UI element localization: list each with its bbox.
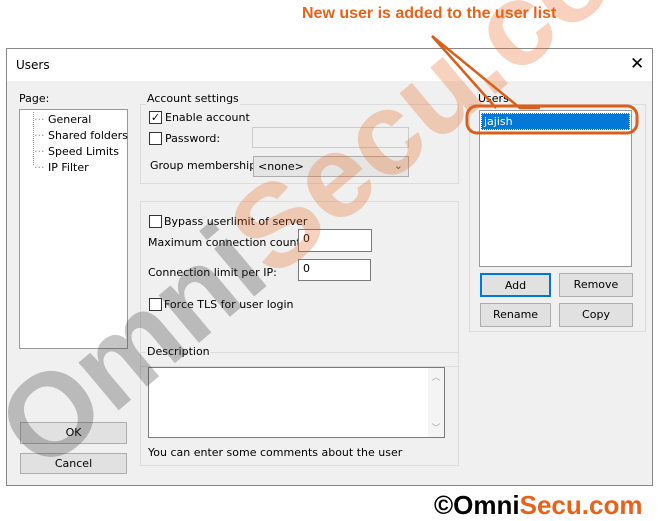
annotation-arrow — [431, 35, 639, 135]
copyright-logo: ©OmniSecu.com — [434, 490, 643, 520]
